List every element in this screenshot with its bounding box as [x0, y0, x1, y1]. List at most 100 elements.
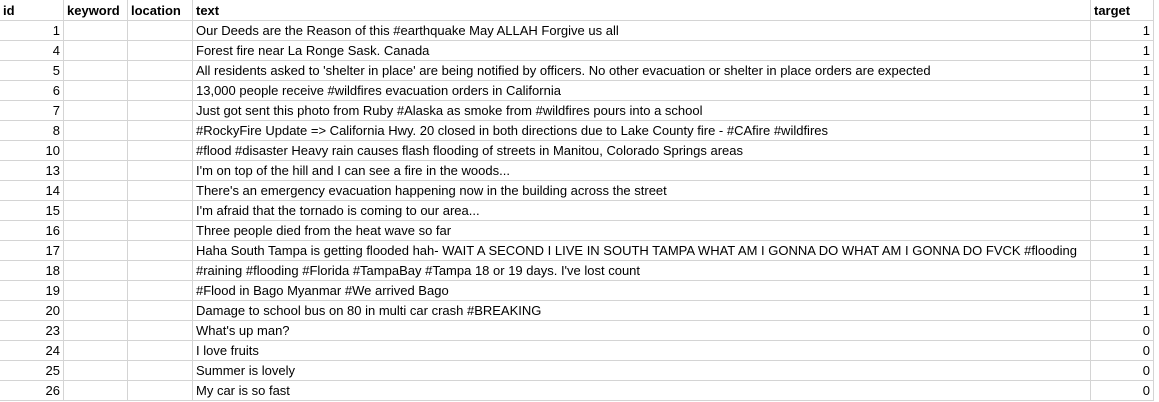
- cell-target[interactable]: 1: [1090, 220, 1154, 241]
- cell-target[interactable]: 1: [1090, 300, 1154, 321]
- cell-keyword[interactable]: [63, 160, 128, 181]
- cell-location[interactable]: [127, 180, 193, 201]
- cell-location[interactable]: [127, 300, 193, 321]
- cell-text[interactable]: All residents asked to 'shelter in place…: [192, 60, 1091, 81]
- header-cell-location[interactable]: location: [127, 0, 193, 21]
- cell-keyword[interactable]: [63, 180, 128, 201]
- cell-text[interactable]: Forest fire near La Ronge Sask. Canada: [192, 40, 1091, 61]
- cell-text[interactable]: #raining #flooding #Florida #TampaBay #T…: [192, 260, 1091, 281]
- cell-text[interactable]: Summer is lovely: [192, 360, 1091, 381]
- cell-target[interactable]: 1: [1090, 140, 1154, 161]
- cell-text[interactable]: I'm on top of the hill and I can see a f…: [192, 160, 1091, 181]
- cell-keyword[interactable]: [63, 300, 128, 321]
- header-cell-target[interactable]: target: [1090, 0, 1154, 21]
- cell-location[interactable]: [127, 160, 193, 181]
- cell-id[interactable]: 26: [0, 380, 64, 401]
- cell-keyword[interactable]: [63, 340, 128, 361]
- cell-target[interactable]: 1: [1090, 120, 1154, 141]
- cell-location[interactable]: [127, 320, 193, 341]
- cell-location[interactable]: [127, 380, 193, 401]
- cell-id[interactable]: 19: [0, 280, 64, 301]
- header-cell-id[interactable]: id: [0, 0, 64, 21]
- header-cell-keyword[interactable]: keyword: [63, 0, 128, 21]
- cell-location[interactable]: [127, 280, 193, 301]
- cell-target[interactable]: 1: [1090, 100, 1154, 121]
- cell-text[interactable]: Three people died from the heat wave so …: [192, 220, 1091, 241]
- cell-location[interactable]: [127, 120, 193, 141]
- cell-text[interactable]: I'm afraid that the tornado is coming to…: [192, 200, 1091, 221]
- cell-text[interactable]: Our Deeds are the Reason of this #earthq…: [192, 20, 1091, 41]
- cell-id[interactable]: 14: [0, 180, 64, 201]
- cell-location[interactable]: [127, 80, 193, 101]
- cell-id[interactable]: 25: [0, 360, 64, 381]
- cell-id[interactable]: 20: [0, 300, 64, 321]
- cell-location[interactable]: [127, 20, 193, 41]
- cell-id[interactable]: 5: [0, 60, 64, 81]
- cell-id[interactable]: 8: [0, 120, 64, 141]
- cell-text[interactable]: Just got sent this photo from Ruby #Alas…: [192, 100, 1091, 121]
- cell-text[interactable]: There's an emergency evacuation happenin…: [192, 180, 1091, 201]
- cell-id[interactable]: 17: [0, 240, 64, 261]
- cell-location[interactable]: [127, 240, 193, 261]
- cell-target[interactable]: 1: [1090, 40, 1154, 61]
- cell-location[interactable]: [127, 340, 193, 361]
- cell-keyword[interactable]: [63, 320, 128, 341]
- cell-target[interactable]: 1: [1090, 60, 1154, 81]
- cell-id[interactable]: 18: [0, 260, 64, 281]
- cell-location[interactable]: [127, 220, 193, 241]
- cell-keyword[interactable]: [63, 20, 128, 41]
- cell-location[interactable]: [127, 200, 193, 221]
- cell-keyword[interactable]: [63, 240, 128, 261]
- cell-id[interactable]: 16: [0, 220, 64, 241]
- cell-id[interactable]: 24: [0, 340, 64, 361]
- cell-id[interactable]: 13: [0, 160, 64, 181]
- cell-target[interactable]: 1: [1090, 200, 1154, 221]
- cell-id[interactable]: 23: [0, 320, 64, 341]
- cell-keyword[interactable]: [63, 40, 128, 61]
- cell-text[interactable]: #Flood in Bago Myanmar #We arrived Bago: [192, 280, 1091, 301]
- cell-id[interactable]: 10: [0, 140, 64, 161]
- cell-target[interactable]: 0: [1090, 340, 1154, 361]
- cell-location[interactable]: [127, 40, 193, 61]
- cell-keyword[interactable]: [63, 140, 128, 161]
- cell-keyword[interactable]: [63, 60, 128, 81]
- cell-text[interactable]: My car is so fast: [192, 380, 1091, 401]
- header-cell-text[interactable]: text: [192, 0, 1091, 21]
- cell-id[interactable]: 6: [0, 80, 64, 101]
- cell-id[interactable]: 4: [0, 40, 64, 61]
- cell-target[interactable]: 1: [1090, 180, 1154, 201]
- cell-id[interactable]: 7: [0, 100, 64, 121]
- cell-keyword[interactable]: [63, 80, 128, 101]
- cell-text[interactable]: Haha South Tampa is getting flooded hah-…: [192, 240, 1091, 261]
- cell-location[interactable]: [127, 100, 193, 121]
- cell-text[interactable]: What's up man?: [192, 320, 1091, 341]
- cell-location[interactable]: [127, 260, 193, 281]
- cell-text[interactable]: 13,000 people receive #wildfires evacuat…: [192, 80, 1091, 101]
- cell-text[interactable]: #RockyFire Update => California Hwy. 20 …: [192, 120, 1091, 141]
- cell-target[interactable]: 0: [1090, 320, 1154, 341]
- cell-id[interactable]: 1: [0, 20, 64, 41]
- cell-target[interactable]: 1: [1090, 20, 1154, 41]
- cell-id[interactable]: 15: [0, 200, 64, 221]
- cell-keyword[interactable]: [63, 120, 128, 141]
- cell-keyword[interactable]: [63, 380, 128, 401]
- cell-target[interactable]: 1: [1090, 80, 1154, 101]
- cell-text[interactable]: I love fruits: [192, 340, 1091, 361]
- cell-location[interactable]: [127, 60, 193, 81]
- cell-location[interactable]: [127, 360, 193, 381]
- cell-keyword[interactable]: [63, 200, 128, 221]
- cell-text[interactable]: Damage to school bus on 80 in multi car …: [192, 300, 1091, 321]
- cell-location[interactable]: [127, 140, 193, 161]
- cell-text[interactable]: #flood #disaster Heavy rain causes flash…: [192, 140, 1091, 161]
- cell-target[interactable]: 1: [1090, 160, 1154, 181]
- cell-target[interactable]: 0: [1090, 360, 1154, 381]
- cell-keyword[interactable]: [63, 360, 128, 381]
- cell-target[interactable]: 0: [1090, 380, 1154, 401]
- cell-target[interactable]: 1: [1090, 280, 1154, 301]
- cell-keyword[interactable]: [63, 280, 128, 301]
- cell-target[interactable]: 1: [1090, 240, 1154, 261]
- cell-keyword[interactable]: [63, 260, 128, 281]
- cell-target[interactable]: 1: [1090, 260, 1154, 281]
- cell-keyword[interactable]: [63, 100, 128, 121]
- cell-keyword[interactable]: [63, 220, 128, 241]
